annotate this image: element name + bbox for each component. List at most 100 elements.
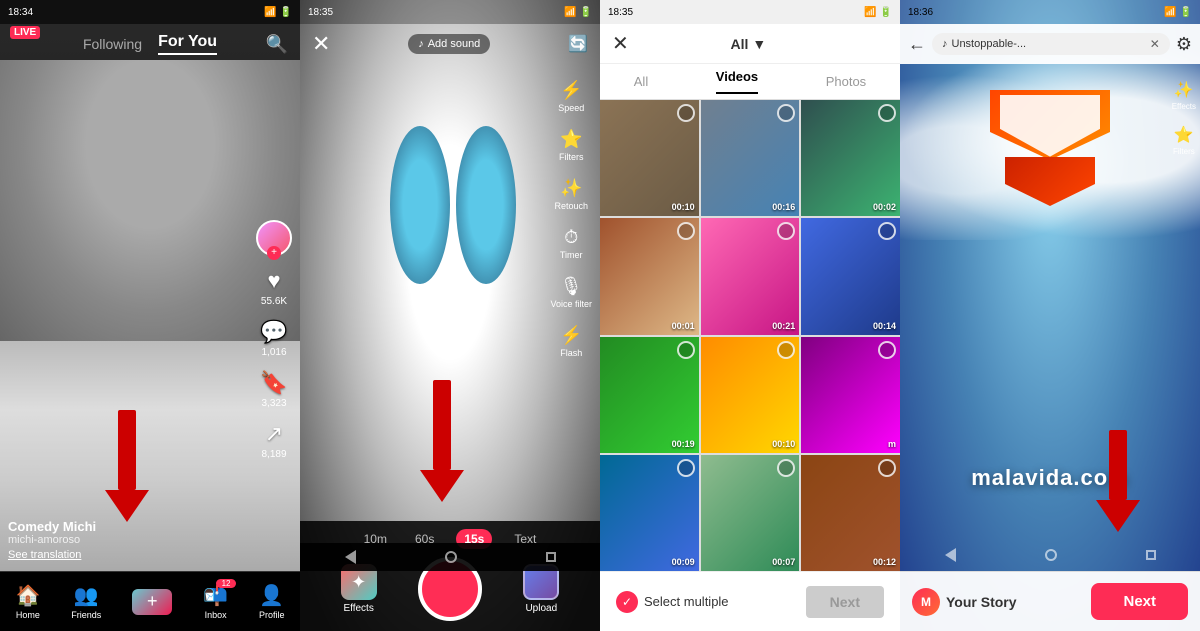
media-thumb-2[interactable]: 00:16 [701,100,800,216]
share-button[interactable]: ↗ 8,189 [261,421,286,460]
select-checkbox-10[interactable] [677,459,695,477]
music-icon: ♪ [418,38,424,50]
search-icon[interactable]: 🔍 [266,34,288,55]
voice-label: Voice filter [550,299,592,309]
duration-10: 00:09 [672,557,695,567]
select-multiple-button[interactable]: ✓ Select multiple [616,591,729,613]
next-button-malavida[interactable]: Next [1091,583,1188,620]
sound-pill[interactable]: ♪ Unstoppable-... ✕ [932,33,1170,55]
select-checkbox-9[interactable] [878,341,896,359]
voice-filter-tool[interactable]: 🎙 Voice filter [550,276,592,309]
retouch-tool[interactable]: ✨ Retouch [550,178,592,211]
share-icon: ↗ [265,421,283,447]
back-icon[interactable]: ← [908,34,926,55]
live-badge[interactable]: LIVE [10,26,40,39]
media-thumb-3[interactable]: 00:02 [801,100,900,216]
next-button-gallery[interactable]: Next [806,586,884,618]
select-checkbox-6[interactable] [878,222,896,240]
inbox-label: Inbox [205,610,227,620]
check-circle-icon: ✓ [616,591,638,613]
media-thumb-4[interactable]: 00:01 [600,218,699,334]
speed-icon: ⚡ [560,80,582,101]
nav-foryou[interactable]: For You [158,33,217,55]
duration-6: 00:14 [873,321,896,331]
nav-profile[interactable]: 👤 Profile [259,583,285,620]
camera-top-bar: ✕ ♪ Add sound 🔄 [300,24,600,64]
tab-photos[interactable]: Photos [826,74,866,89]
select-checkbox-2[interactable] [777,104,795,122]
select-checkbox-12[interactable] [878,459,896,477]
media-thumb-7[interactable]: 00:19 [600,337,699,453]
your-story-label: Your Story [946,594,1017,610]
home-nav-2[interactable] [445,551,457,563]
arrow-head-4 [1096,500,1140,532]
video-background [0,60,300,571]
flash-label: Flash [560,348,582,358]
effects-button[interactable]: ✦ Effects [341,564,377,614]
select-checkbox-4[interactable] [677,222,695,240]
speed-tool[interactable]: ⚡ Speed [550,80,592,113]
select-checkbox-8[interactable] [777,341,795,359]
media-thumb-10[interactable]: 00:09 [600,455,699,571]
create-button[interactable]: + [132,589,172,615]
nav-friends[interactable]: 👥 Friends [71,583,101,620]
nav-following[interactable]: Following [83,36,142,52]
back-nav-2[interactable] [345,550,356,564]
all-label: All [731,36,749,52]
home-nav-4[interactable] [1045,549,1057,561]
nav-home[interactable]: 🏠 Home [15,583,40,620]
profile-label: Profile [259,610,285,620]
bookmark-count: 3,323 [261,398,286,409]
select-checkbox-11[interactable] [777,459,795,477]
back-nav-4[interactable] [945,548,956,562]
flip-icon[interactable]: 🔄 [568,34,588,54]
media-thumb-9[interactable]: m [801,337,900,453]
recents-nav-4[interactable] [1146,550,1156,560]
logo-inner [990,80,1110,220]
upload-button[interactable]: Upload [523,564,559,614]
close-icon[interactable]: ✕ [312,31,330,57]
select-checkbox-5[interactable] [777,222,795,240]
select-checkbox-1[interactable] [677,104,695,122]
recents-nav-2[interactable] [546,552,556,562]
camera-bottom-controls: 10m 60s 15s Text ✦ Effects Upload Post S… [300,521,600,631]
media-type-tabs: All Videos Photos [600,64,900,100]
comment-button[interactable]: 💬 1,016 [260,319,287,358]
retouch-label: Retouch [554,201,588,211]
gallery-close-icon[interactable]: ✕ [612,31,629,56]
media-thumb-8[interactable]: 00:10 [701,337,800,453]
gallery-bottom-bar: ✓ Select multiple Next [600,571,900,631]
filters-tool[interactable]: ⭐ Filters [550,129,592,162]
media-thumb-12[interactable]: 00:12 [801,455,900,571]
effects-tool-4[interactable]: ✨ Effects [1172,80,1196,111]
duration-7: 00:19 [672,439,695,449]
settings-icon[interactable]: ⚙ [1176,34,1192,55]
filters-tool-4[interactable]: ⭐ Filters [1172,125,1196,156]
nav-bar-4 [900,541,1200,569]
media-thumb-5[interactable]: 00:21 [701,218,800,334]
sound-close-icon[interactable]: ✕ [1150,37,1160,51]
sound-selector[interactable]: ♪ Add sound [408,34,490,54]
tab-videos[interactable]: Videos [716,69,758,94]
bookmark-button[interactable]: 🔖 3,323 [260,370,287,409]
tab-all[interactable]: All [634,74,648,89]
status-icons-4: 📶 🔋 [1164,7,1192,18]
duration-2: 00:16 [772,202,795,212]
select-checkbox-7[interactable] [677,341,695,359]
select-checkbox-3[interactable] [878,104,896,122]
duration-3: 00:02 [873,202,896,212]
your-story-button[interactable]: M Your Story [912,588,1017,616]
flash-tool[interactable]: ⚡ Flash [550,325,592,358]
media-thumb-11[interactable]: 00:07 [701,455,800,571]
nav-inbox[interactable]: 📬 Inbox [203,583,228,620]
effects-label: Effects [343,603,373,614]
feed-nav: Following For You 🔍 [0,24,300,64]
translate-link[interactable]: See translation [8,549,96,561]
media-thumb-1[interactable]: 00:10 [600,100,699,216]
like-button[interactable]: ♥ 55.6K [261,268,287,307]
media-thumb-6[interactable]: 00:14 [801,218,900,334]
album-selector[interactable]: All ▼ [731,36,767,52]
inbox-icon: 📬 [203,583,228,608]
creator-avatar[interactable] [256,220,292,256]
timer-tool[interactable]: ⏱ Timer [550,227,592,260]
